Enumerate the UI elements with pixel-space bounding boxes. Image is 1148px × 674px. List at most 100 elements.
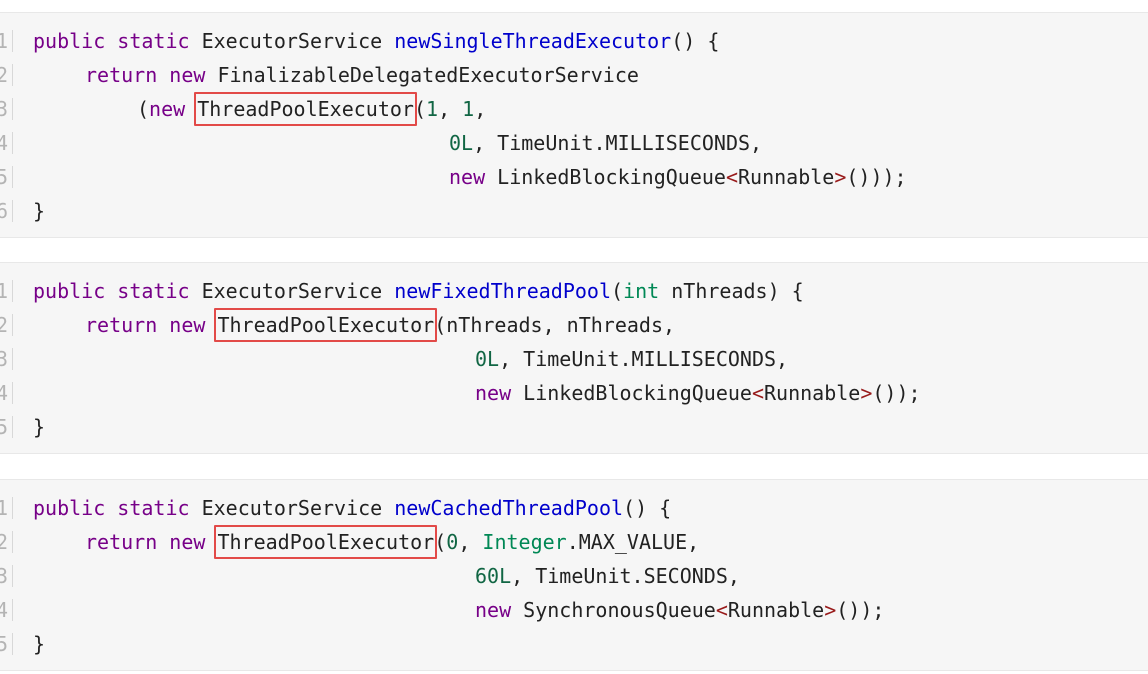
code-line: 2 return new ThreadPoolExecutor(nThreads…: [0, 308, 1148, 342]
code-text: new SynchronousQueue<Runnable>());: [475, 593, 884, 627]
line-number: 2: [0, 308, 13, 342]
code-text: return new ThreadPoolExecutor(nThreads, …: [85, 308, 675, 342]
code-line: 4 new LinkedBlockingQueue<Runnable>());: [0, 376, 1148, 410]
code-text: public static ExecutorService newFixedTh…: [33, 274, 804, 308]
code-punct: (: [413, 97, 427, 121]
angle-bracket: >: [834, 165, 847, 189]
closing-brace: }: [33, 632, 46, 656]
angle-bracket: <: [751, 381, 764, 405]
angle-bracket: >: [824, 598, 837, 622]
code-block-single-thread-executor: 1 public static ExecutorService newSingl…: [0, 12, 1148, 238]
keyword: static: [117, 29, 190, 53]
code-punct: ());: [872, 381, 921, 405]
line-number: 5: [0, 627, 13, 661]
code-text: new LinkedBlockingQueue<Runnable>());: [475, 376, 921, 410]
return-type: ExecutorService: [201, 279, 383, 303]
keyword: new: [475, 598, 512, 622]
code-line: 5 new LinkedBlockingQueue<Runnable>()));: [0, 160, 1148, 194]
line-number: 3: [0, 559, 13, 593]
highlighted-thread-pool-executor: ThreadPoolExecutor: [194, 92, 417, 126]
code-text: (new ThreadPoolExecutor(1, 1,: [137, 92, 486, 126]
keyword: public: [33, 279, 106, 303]
keyword: new: [169, 63, 206, 87]
code-text: 0L, TimeUnit.MILLISECONDS,: [449, 126, 762, 160]
code-punct: ,: [474, 97, 487, 121]
line-number: 1: [0, 491, 13, 525]
code-punct: ) {: [767, 279, 804, 303]
angle-bracket: <: [715, 598, 728, 622]
line-number: 5: [0, 410, 13, 444]
line-number: 4: [0, 126, 13, 160]
keyword: public: [33, 29, 106, 53]
code-line: 3 (new ThreadPoolExecutor(1, 1,: [0, 92, 1148, 126]
code-text: new LinkedBlockingQueue<Runnable>()));: [449, 160, 907, 194]
code-line: 4 new SynchronousQueue<Runnable>());: [0, 593, 1148, 627]
keyword: return: [85, 313, 158, 337]
keyword: new: [475, 381, 512, 405]
line-number: 2: [0, 58, 13, 92]
angle-bracket: <: [725, 165, 738, 189]
closing-brace: }: [33, 415, 46, 439]
method-name: newSingleThreadExecutor: [394, 29, 672, 53]
line-number: 6: [0, 194, 13, 228]
keyword: static: [117, 279, 190, 303]
generic-type: Runnable: [727, 598, 825, 622]
code-punct: (: [137, 97, 150, 121]
code-punct: ,: [458, 530, 483, 554]
code-line: 2 return new FinalizableDelegatedExecuto…: [0, 58, 1148, 92]
generic-type: Runnable: [738, 165, 835, 189]
line-number: 1: [0, 24, 13, 58]
highlighted-thread-pool-executor: ThreadPoolExecutor: [214, 308, 438, 342]
code-line: 2 return new ThreadPoolExecutor(0, Integ…: [0, 525, 1148, 559]
return-type: ExecutorService: [201, 29, 383, 53]
code-line: 1 public static ExecutorService newFixed…: [0, 274, 1148, 308]
code-text: public static ExecutorService newCachedT…: [33, 491, 671, 525]
code-text: 60L, TimeUnit.SECONDS,: [475, 559, 740, 593]
param-name: nThreads: [671, 279, 768, 303]
code-text: }: [33, 627, 45, 661]
code-line: 6 }: [0, 194, 1148, 228]
class-name: FinalizableDelegatedExecutorService: [217, 63, 639, 87]
number-literal: 0L: [475, 347, 500, 371]
keyword: return: [85, 530, 158, 554]
code-rest: .MAX_VALUE,: [566, 530, 700, 554]
code-line: 1 public static ExecutorService newCache…: [0, 491, 1148, 525]
type-name: Integer: [482, 530, 567, 554]
code-block-fixed-thread-pool: 1 public static ExecutorService newFixed…: [0, 262, 1148, 454]
code-rest: (nThreads, nThreads,: [434, 313, 676, 337]
code-punct: ()));: [846, 165, 907, 189]
code-line: 5 }: [0, 627, 1148, 661]
code-block-cached-thread-pool: 1 public static ExecutorService newCache…: [0, 479, 1148, 671]
line-number: 4: [0, 593, 13, 627]
code-line: 3 0L, TimeUnit.MILLISECONDS,: [0, 342, 1148, 376]
class-name: SynchronousQueue: [523, 598, 716, 622]
class-name: LinkedBlockingQueue: [523, 381, 752, 405]
code-punct: ,: [438, 97, 463, 121]
number-literal: 0L: [449, 131, 474, 155]
code-punct: (: [611, 279, 624, 303]
code-text: 0L, TimeUnit.MILLISECONDS,: [475, 342, 788, 376]
code-punct: () {: [623, 496, 672, 520]
code-text: public static ExecutorService newSingleT…: [33, 24, 719, 58]
line-number: 4: [0, 376, 13, 410]
number-literal: 1: [462, 97, 475, 121]
line-number: 2: [0, 525, 13, 559]
code-rest: , TimeUnit.MILLISECONDS,: [499, 347, 789, 371]
code-rest: , TimeUnit.SECONDS,: [511, 564, 740, 588]
code-punct: (: [434, 530, 447, 554]
code-line: 3 60L, TimeUnit.SECONDS,: [0, 559, 1148, 593]
keyword: static: [117, 496, 190, 520]
closing-brace: }: [33, 199, 46, 223]
line-number: 1: [0, 274, 13, 308]
keyword: new: [149, 97, 186, 121]
return-type: ExecutorService: [201, 496, 383, 520]
code-line: 5 }: [0, 410, 1148, 444]
code-line: 4 0L, TimeUnit.MILLISECONDS,: [0, 126, 1148, 160]
keyword: return: [85, 63, 158, 87]
keyword: new: [169, 313, 206, 337]
generic-type: Runnable: [764, 381, 861, 405]
angle-bracket: >: [860, 381, 873, 405]
method-name: newCachedThreadPool: [394, 496, 624, 520]
number-literal: 60L: [475, 564, 512, 588]
number-literal: 0: [446, 530, 459, 554]
